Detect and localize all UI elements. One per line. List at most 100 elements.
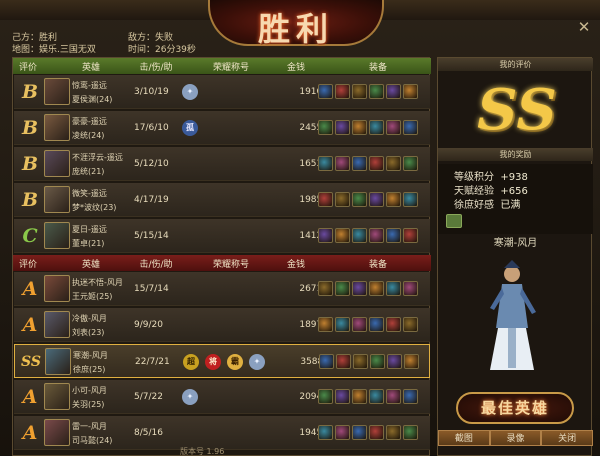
- hero-avatar[interactable]: [44, 150, 70, 177]
- equipment-slot[interactable]: [319, 354, 334, 369]
- replay-button[interactable]: 录像: [489, 430, 542, 446]
- hero-avatar[interactable]: [44, 419, 70, 446]
- equipment-slot[interactable]: [318, 156, 333, 171]
- honor-badge[interactable]: 超: [183, 354, 199, 370]
- equipment-slot[interactable]: [369, 156, 384, 171]
- hero-name: 庞统(21): [72, 167, 105, 176]
- equipment-slots: [318, 120, 418, 135]
- hero-name: 关羽(25): [72, 400, 105, 409]
- hero-avatar[interactable]: [44, 311, 70, 338]
- equipment-slot[interactable]: [403, 281, 418, 296]
- equipment-slot[interactable]: [335, 192, 350, 207]
- equipment-slot[interactable]: [335, 317, 350, 332]
- equipment-slot[interactable]: [318, 425, 333, 440]
- best-hero-button[interactable]: 最佳英雄: [456, 392, 574, 424]
- equipment-slot[interactable]: [352, 389, 367, 404]
- honor-badge[interactable]: ✦: [249, 354, 265, 370]
- grade-badge: A: [22, 278, 38, 300]
- honor-badge[interactable]: ✦: [182, 389, 198, 405]
- col-equipment: 装备: [368, 259, 387, 270]
- equipment-slots: [318, 281, 418, 296]
- honor-badge[interactable]: ✦: [182, 84, 198, 100]
- equipment-slot[interactable]: [403, 228, 418, 243]
- equipment-slot[interactable]: [318, 84, 333, 99]
- equipment-slot[interactable]: [353, 354, 368, 369]
- equipment-slot[interactable]: [318, 389, 333, 404]
- equipment-slot[interactable]: [403, 317, 418, 332]
- col-equipment: 装备: [368, 62, 387, 73]
- favor-row: 徐庶好感 已满: [454, 196, 520, 211]
- hero-avatar[interactable]: [44, 222, 70, 249]
- screenshot-button[interactable]: 截图: [438, 430, 490, 446]
- equipment-slot[interactable]: [386, 228, 401, 243]
- equipment-slot[interactable]: [386, 84, 401, 99]
- equipment-slot[interactable]: [386, 389, 401, 404]
- equipment-slot[interactable]: [387, 354, 402, 369]
- equipment-slot[interactable]: [403, 156, 418, 171]
- equipment-slot[interactable]: [403, 389, 418, 404]
- kda-value: 8/5/16: [134, 428, 163, 438]
- equipment-slot[interactable]: [335, 425, 350, 440]
- equipment-slot[interactable]: [403, 120, 418, 135]
- equipment-slot[interactable]: [336, 354, 351, 369]
- hero-avatar[interactable]: [44, 275, 70, 302]
- hero-name: 凌统(24): [72, 131, 105, 140]
- close-icon[interactable]: ✕: [576, 19, 592, 35]
- equipment-slot[interactable]: [386, 192, 401, 207]
- equipment-slot[interactable]: [318, 281, 333, 296]
- honor-badge[interactable]: 孤: [182, 120, 198, 136]
- hero-avatar[interactable]: [45, 348, 71, 375]
- equipment-slot[interactable]: [335, 281, 350, 296]
- equipment-slot[interactable]: [403, 84, 418, 99]
- equipment-slot[interactable]: [369, 389, 384, 404]
- equipment-slot[interactable]: [403, 425, 418, 440]
- equipment-slot[interactable]: [386, 317, 401, 332]
- honor-badge[interactable]: 将: [205, 354, 221, 370]
- grade-badge: B: [21, 117, 39, 139]
- equipment-slot[interactable]: [386, 156, 401, 171]
- equipment-slot[interactable]: [352, 84, 367, 99]
- equipment-slot[interactable]: [352, 192, 367, 207]
- equipment-slot[interactable]: [352, 317, 367, 332]
- equipment-slot[interactable]: [404, 354, 419, 369]
- equipment-slot[interactable]: [352, 281, 367, 296]
- equipment-slot[interactable]: [386, 120, 401, 135]
- equipment-slot[interactable]: [335, 228, 350, 243]
- equipment-slot[interactable]: [369, 192, 384, 207]
- equipment-slot[interactable]: [335, 84, 350, 99]
- equipment-slot[interactable]: [335, 120, 350, 135]
- equipment-slot[interactable]: [318, 192, 333, 207]
- equipment-slots: [318, 228, 418, 243]
- close-button[interactable]: 关闭: [541, 430, 594, 446]
- equipment-slot[interactable]: [318, 317, 333, 332]
- equipment-slot[interactable]: [369, 120, 384, 135]
- equipment-slot[interactable]: [318, 120, 333, 135]
- equipment-slot[interactable]: [369, 84, 384, 99]
- hero-avatar[interactable]: [44, 186, 70, 213]
- equipment-slot[interactable]: [403, 192, 418, 207]
- equipment-slot[interactable]: [335, 156, 350, 171]
- equipment-slot[interactable]: [352, 425, 367, 440]
- col-kda: 击/伤/助: [139, 259, 173, 270]
- hero-avatar[interactable]: [44, 114, 70, 141]
- hero-avatar[interactable]: [44, 78, 70, 105]
- grade-badge: A: [22, 314, 38, 336]
- equipment-slot[interactable]: [370, 354, 385, 369]
- hero-avatar[interactable]: [44, 383, 70, 410]
- equipment-slot[interactable]: [352, 228, 367, 243]
- equipment-slot[interactable]: [386, 281, 401, 296]
- equipment-slots: [318, 317, 418, 332]
- equipment-slot[interactable]: [369, 425, 384, 440]
- equipment-slot[interactable]: [335, 389, 350, 404]
- kda-value: 5/12/10: [134, 159, 169, 169]
- equipment-slot[interactable]: [386, 425, 401, 440]
- winner-row: B 微笑-遥远 梦*波纹(23) 4/17/19 19854: [14, 183, 430, 217]
- equipment-slot[interactable]: [369, 317, 384, 332]
- equipment-slot[interactable]: [352, 156, 367, 171]
- equipment-slot[interactable]: [369, 281, 384, 296]
- grade-badge: SS: [21, 354, 41, 370]
- equipment-slot[interactable]: [318, 228, 333, 243]
- equipment-slot[interactable]: [369, 228, 384, 243]
- honor-badge[interactable]: 霸: [227, 354, 243, 370]
- equipment-slot[interactable]: [352, 120, 367, 135]
